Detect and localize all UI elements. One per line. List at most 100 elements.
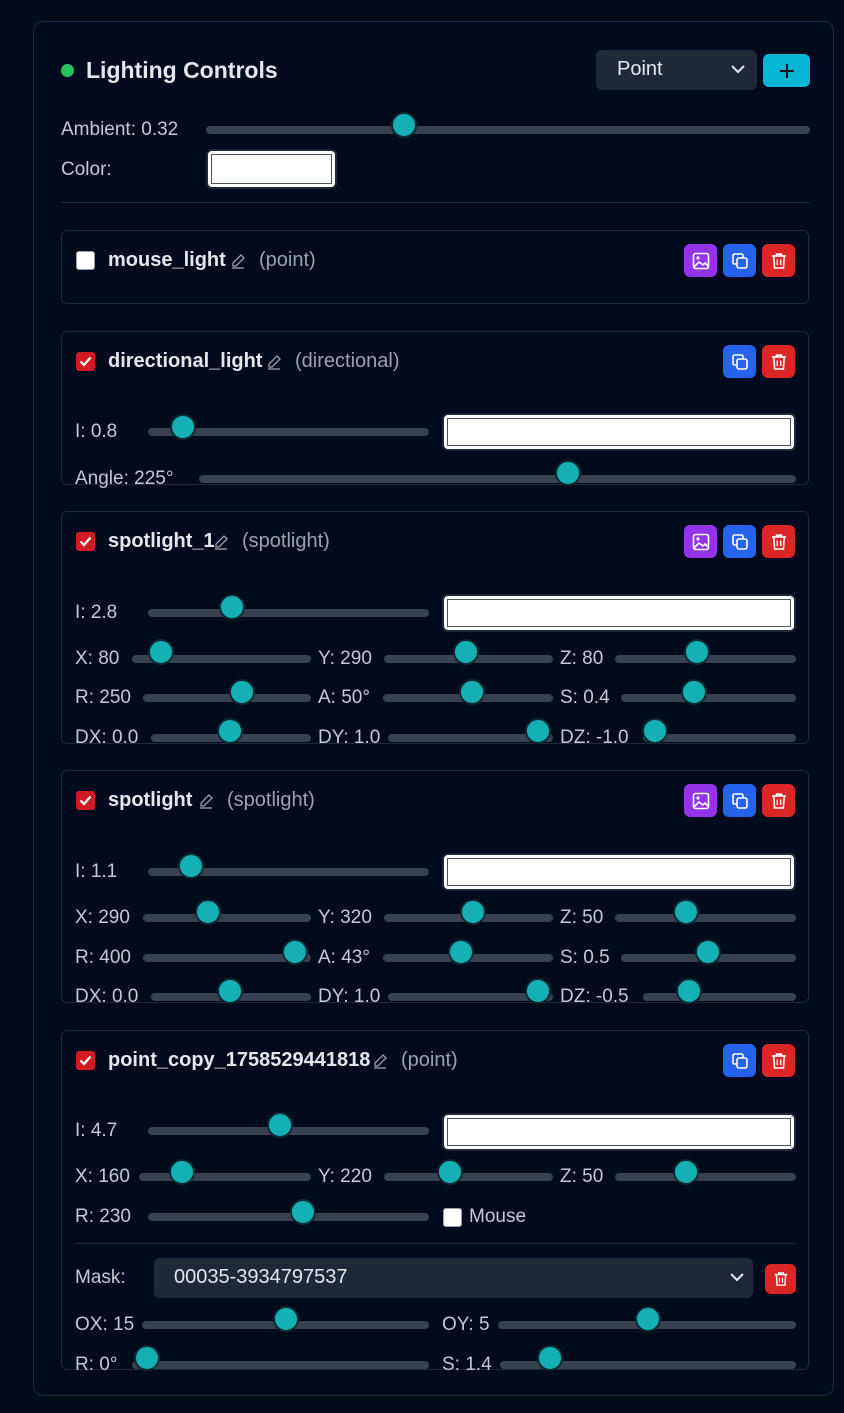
mask-offset-y-slider-thumb[interactable]: [635, 1306, 661, 1332]
range-slider-thumb[interactable]: [282, 939, 308, 965]
softness-slider-thumb[interactable]: [695, 939, 721, 965]
light-enabled-checkbox[interactable]: [76, 532, 95, 551]
y-slider-thumb[interactable]: [460, 899, 486, 925]
mouse-follow-checkbox[interactable]: [443, 1208, 462, 1227]
mask-image-button[interactable]: [684, 784, 717, 817]
mask-label: Mask:: [75, 1267, 126, 1288]
pencil-icon[interactable]: [213, 534, 229, 550]
copy-icon: [731, 252, 748, 269]
add-light-button[interactable]: [763, 54, 810, 87]
intensity-label: I: 2.8: [75, 602, 118, 623]
range-slider[interactable]: [148, 1213, 429, 1221]
mask-offset-y-label: OY: 5: [442, 1314, 490, 1335]
check-icon: [79, 795, 92, 806]
angle-slider[interactable]: [199, 475, 796, 483]
dy-slider-thumb[interactable]: [525, 718, 551, 744]
x-slider[interactable]: [139, 1173, 311, 1181]
angle-label: Angle: 225°: [75, 468, 174, 489]
light-enabled-checkbox[interactable]: [76, 352, 95, 371]
softness-slider-thumb[interactable]: [681, 679, 707, 705]
dz-label: DZ: -1.0: [560, 727, 629, 748]
angle-slider-thumb[interactable]: [448, 939, 474, 965]
duplicate-button[interactable]: [723, 1044, 756, 1077]
trash-icon: [774, 1272, 787, 1286]
light-type-select[interactable]: Point: [596, 50, 757, 90]
trash-icon: [771, 533, 786, 550]
trash-icon: [771, 1052, 786, 1069]
z-slider[interactable]: [615, 1173, 796, 1181]
copy-icon: [731, 533, 748, 550]
dz-label: DZ: -0.5: [560, 986, 629, 1007]
z-slider-thumb[interactable]: [684, 639, 710, 665]
light-card-directional-light: directional_light (directional) I: 0.8 A…: [61, 331, 809, 489]
delete-button[interactable]: [762, 244, 795, 277]
x-slider-thumb[interactable]: [169, 1159, 195, 1185]
ambient-color-picker[interactable]: [206, 149, 337, 189]
y-slider-thumb[interactable]: [437, 1159, 463, 1185]
pencil-icon[interactable]: [198, 793, 214, 809]
dx-slider-thumb[interactable]: [217, 978, 243, 1004]
light-enabled-checkbox[interactable]: [76, 251, 95, 270]
softness-slider[interactable]: [621, 694, 796, 702]
mask-offset-x-slider-thumb[interactable]: [273, 1306, 299, 1332]
pencil-icon[interactable]: [372, 1053, 388, 1069]
x-slider[interactable]: [143, 914, 311, 922]
dz-slider[interactable]: [643, 993, 796, 1001]
mask-rotation-slider[interactable]: [132, 1361, 429, 1369]
intensity-slider-thumb[interactable]: [170, 414, 196, 440]
z-slider-thumb[interactable]: [673, 1159, 699, 1185]
delete-button[interactable]: [762, 345, 795, 378]
dy-slider-thumb[interactable]: [525, 978, 551, 1004]
mask-rotation-slider-thumb[interactable]: [134, 1345, 160, 1371]
mask-select[interactable]: 00035-3934797537: [154, 1258, 753, 1298]
intensity-slider-thumb[interactable]: [219, 594, 245, 620]
y-slider-thumb[interactable]: [453, 639, 479, 665]
angle-slider-thumb[interactable]: [459, 679, 485, 705]
x-slider-thumb[interactable]: [148, 639, 174, 665]
intensity-slider-thumb[interactable]: [267, 1112, 293, 1138]
range-label: R: 250: [75, 687, 131, 708]
light-enabled-checkbox[interactable]: [76, 1051, 95, 1070]
intensity-slider[interactable]: [148, 609, 429, 617]
dz-slider-thumb[interactable]: [642, 718, 668, 744]
light-enabled-checkbox[interactable]: [76, 791, 95, 810]
intensity-slider-thumb[interactable]: [178, 853, 204, 879]
light-name: spotlight: [108, 789, 193, 811]
delete-button[interactable]: [762, 1044, 795, 1077]
dy-label: DY: 1.0: [318, 727, 381, 748]
range-slider[interactable]: [143, 694, 311, 702]
range-slider-thumb[interactable]: [229, 679, 255, 705]
light-color-picker[interactable]: [442, 594, 796, 632]
mask-image-button[interactable]: [684, 244, 717, 277]
remove-mask-button[interactable]: [765, 1264, 796, 1294]
duplicate-button[interactable]: [723, 244, 756, 277]
z-slider-thumb[interactable]: [673, 899, 699, 925]
duplicate-button[interactable]: [723, 525, 756, 558]
dz-slider-thumb[interactable]: [676, 978, 702, 1004]
light-type: (spotlight): [227, 789, 315, 811]
mask-image-button[interactable]: [684, 525, 717, 558]
delete-button[interactable]: [762, 784, 795, 817]
light-color-picker[interactable]: [442, 1113, 796, 1151]
light-name: directional_light: [108, 350, 263, 372]
x-slider-thumb[interactable]: [195, 899, 221, 925]
duplicate-button[interactable]: [723, 345, 756, 378]
dx-slider-thumb[interactable]: [217, 718, 243, 744]
angle-slider-thumb[interactable]: [555, 460, 581, 486]
light-type: (directional): [295, 350, 400, 372]
pencil-icon[interactable]: [230, 253, 246, 269]
light-color-picker[interactable]: [442, 853, 796, 891]
range-slider-thumb[interactable]: [290, 1199, 316, 1225]
ambient-slider-thumb[interactable]: [391, 112, 417, 138]
dy-label: DY: 1.0: [318, 986, 381, 1007]
z-slider[interactable]: [615, 914, 796, 922]
duplicate-button[interactable]: [723, 784, 756, 817]
ambient-slider[interactable]: [206, 126, 810, 134]
delete-button[interactable]: [762, 525, 795, 558]
x-label: X: 80: [75, 648, 120, 669]
angle-label: A: 50°: [318, 687, 370, 708]
y-slider[interactable]: [384, 1173, 553, 1181]
mask-scale-slider-thumb[interactable]: [537, 1345, 563, 1371]
pencil-icon[interactable]: [266, 354, 282, 370]
light-color-picker[interactable]: [442, 413, 796, 451]
